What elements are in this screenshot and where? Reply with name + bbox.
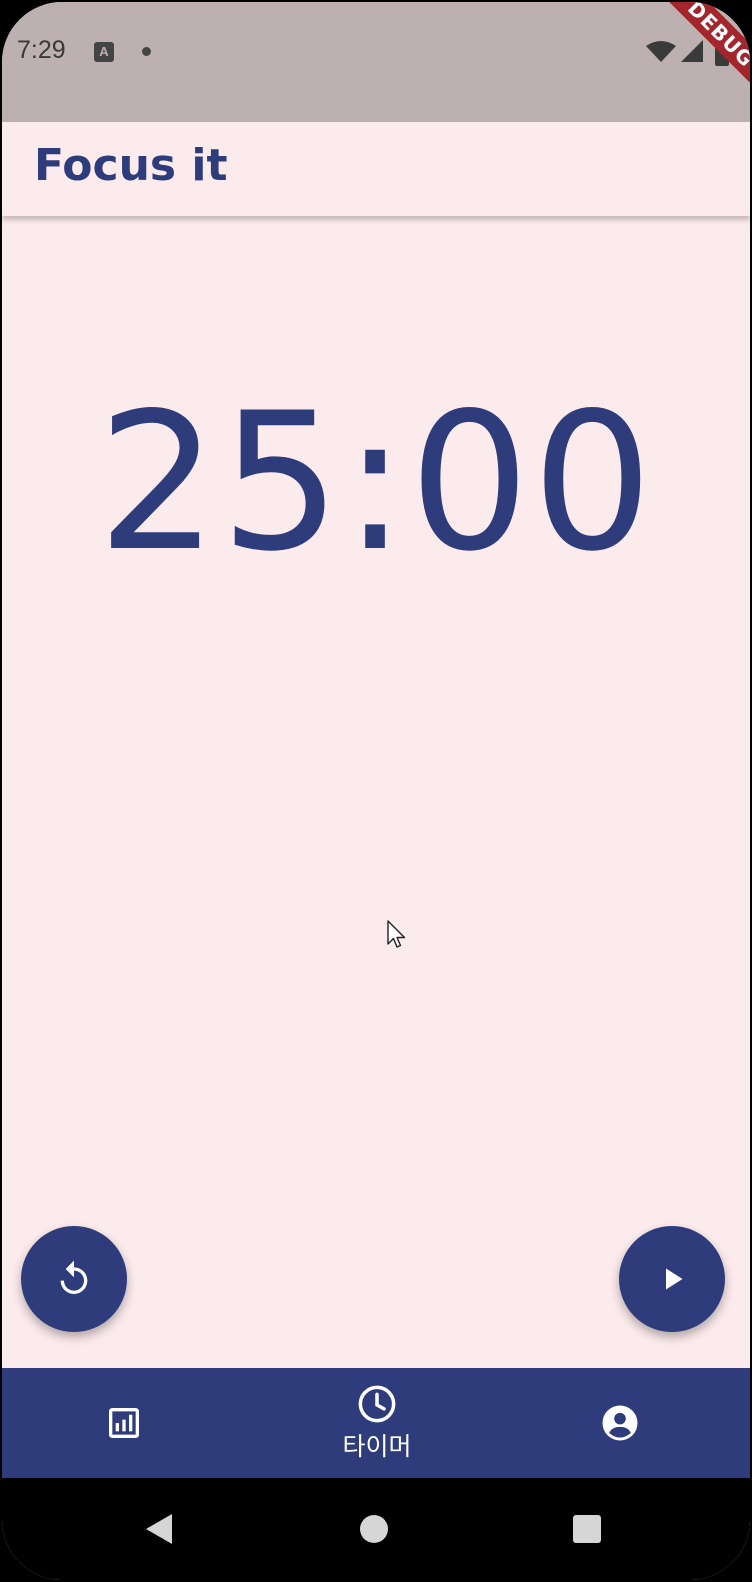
home-icon[interactable] [360,1515,388,1543]
restart-icon [60,1260,88,1294]
status-time: 7:29 [17,36,66,64]
keyboard-a-icon: A [94,42,114,62]
back-icon[interactable] [144,1512,174,1546]
clock-icon [358,1385,396,1423]
bar-chart-icon [109,1408,139,1438]
nav-item-profile[interactable] [590,1368,650,1478]
nav-item-timer[interactable]: 타이머 [312,1368,442,1478]
play-button[interactable] [619,1226,725,1332]
account-circle-icon [602,1405,638,1441]
recents-icon[interactable] [573,1515,601,1543]
status-bar: 7:29 A DEBUG [2,2,750,122]
app-title: Focus it [34,140,228,191]
system-navigation-bar [2,1478,750,1580]
bottom-navigation: 타이머 [2,1368,750,1478]
screen: 7:29 A DEBUG Focus it 25:00 타이머 [2,2,750,1580]
wifi-icon [646,41,676,62]
notification-dot-icon [142,47,151,56]
device-frame: 7:29 A DEBUG Focus it 25:00 타이머 [0,0,752,1582]
reset-button[interactable] [21,1226,127,1332]
signal-icon [681,40,703,62]
nav-label-timer: 타이머 [342,1432,412,1461]
app-bar: Focus it [2,122,750,216]
mouse-cursor-icon [387,920,406,948]
play-icon [666,1268,683,1290]
timer-display: 25:00 [97,372,655,593]
nav-item-stats[interactable] [94,1368,154,1478]
